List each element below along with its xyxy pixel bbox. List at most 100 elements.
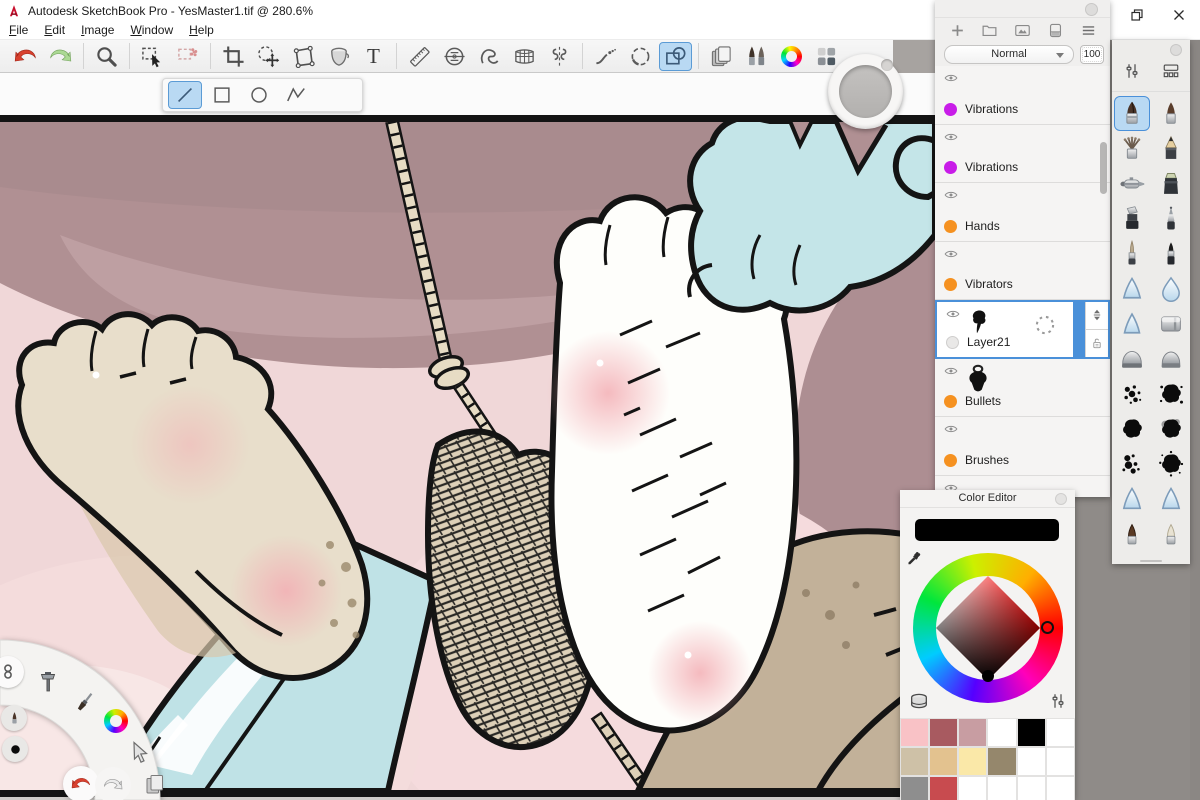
move-selection-tool-button[interactable]: [252, 42, 285, 71]
ruler-tool-button[interactable]: [403, 42, 436, 71]
zoom-tool-button[interactable]: [90, 42, 123, 71]
color-swatch[interactable]: [900, 776, 930, 800]
select-tool-button[interactable]: [136, 42, 169, 71]
restore-button[interactable]: [1116, 0, 1158, 30]
steady-stroke-tool-button[interactable]: [589, 42, 622, 71]
menu-help[interactable]: Help: [181, 22, 222, 40]
brush-splatter-2[interactable]: [1153, 376, 1189, 411]
brush-tip-cream[interactable]: [1153, 516, 1189, 551]
layer-visibility-toggle[interactable]: [942, 71, 960, 85]
brush-disc-button[interactable]: [1, 705, 27, 731]
layer-reorder-button[interactable]: [1086, 302, 1108, 329]
current-color-bar[interactable]: [915, 519, 1059, 541]
color-swatch[interactable]: [987, 718, 1017, 747]
brush-settings-button[interactable]: [1123, 62, 1141, 85]
brush-splatter-4[interactable]: [1153, 411, 1189, 446]
polyline-shape-button[interactable]: [279, 81, 313, 109]
color-swatch[interactable]: [958, 718, 988, 747]
brush-paintbrush[interactable]: [1113, 96, 1150, 131]
color-swatch[interactable]: [929, 747, 959, 776]
layer-row-vibrations[interactable]: Vibrations: [935, 124, 1110, 183]
layer-row-vibrations[interactable]: Vibrations: [935, 66, 1110, 125]
brush-smudge[interactable]: [1114, 271, 1150, 306]
color-swatch[interactable]: [900, 718, 930, 747]
layer-opacity-field[interactable]: 100: [1080, 44, 1104, 64]
fill-tool-button[interactable]: [322, 42, 355, 71]
color-swatch[interactable]: [987, 776, 1017, 800]
hue-selector[interactable]: [1041, 621, 1054, 634]
color-swatch[interactable]: [958, 776, 988, 800]
brush-tip-brown[interactable]: [1114, 516, 1150, 551]
crop-tool-button[interactable]: [217, 42, 250, 71]
brush-palette-button[interactable]: [73, 690, 97, 714]
layer-visibility-toggle[interactable]: [944, 307, 962, 321]
brush-dome-eraser-2[interactable]: [1153, 341, 1189, 376]
undo-tool-button[interactable]: [9, 42, 42, 71]
brush-splatter-3[interactable]: [1114, 411, 1150, 446]
layer-row-brushes[interactable]: Brushes: [935, 417, 1110, 476]
selection-arrow-button[interactable]: [128, 740, 152, 764]
lagoon-redo-button[interactable]: [100, 775, 126, 795]
color-puck-button[interactable]: [104, 709, 128, 733]
color-wheel[interactable]: [913, 553, 1063, 703]
import-image-button[interactable]: [1011, 20, 1035, 40]
layer-color-tag[interactable]: [944, 395, 957, 408]
brush-panel-resize-handle[interactable]: [1140, 560, 1162, 562]
layers-panel-grip[interactable]: [935, 0, 1110, 18]
brush-smudge-2[interactable]: [1114, 306, 1150, 341]
lagoon-undo-button[interactable]: [68, 774, 94, 794]
menu-edit[interactable]: Edit: [36, 22, 73, 40]
layer-color-tag[interactable]: [944, 219, 957, 233]
color-swatch[interactable]: [1016, 747, 1046, 776]
text-tool-button[interactable]: T: [357, 42, 390, 71]
symmetry-tool-button[interactable]: [543, 42, 576, 71]
redo-tool-button[interactable]: [44, 42, 77, 71]
deselect-tool-button[interactable]: [171, 42, 204, 71]
layer-visibility-toggle[interactable]: [942, 130, 960, 144]
brush-dome-eraser[interactable]: [1114, 341, 1150, 376]
brushes-tool-button[interactable]: [740, 42, 773, 71]
layer-row-vibrators[interactable]: Vibrators: [935, 241, 1110, 300]
layer-color-tag[interactable]: [944, 161, 957, 174]
layer-visibility-toggle[interactable]: [942, 188, 960, 202]
tools-hammer-button[interactable]: [36, 670, 60, 694]
color-swatch[interactable]: [1016, 776, 1046, 800]
layers-scrollbar[interactable]: [1100, 142, 1107, 194]
rectangle-shape-button[interactable]: [205, 81, 239, 109]
brush-library-button[interactable]: [1162, 62, 1180, 85]
dot-disc-button[interactable]: [2, 736, 28, 762]
brush-airbrush[interactable]: [1114, 166, 1150, 201]
brush-smudge-3[interactable]: [1114, 481, 1150, 516]
color-swatch[interactable]: [1045, 747, 1075, 776]
color-swatch[interactable]: [900, 747, 930, 776]
layer-color-tag[interactable]: [944, 102, 957, 116]
ellipse-shape-button[interactable]: [242, 81, 276, 109]
color-swatch[interactable]: [1045, 776, 1075, 800]
brush-small-marker[interactable]: [1153, 236, 1189, 271]
color-swatch[interactable]: [1045, 718, 1075, 747]
brush-puck-core[interactable]: [839, 65, 892, 118]
blend-mode-select[interactable]: Normal: [944, 44, 1074, 64]
french-curve-tool-button[interactable]: [473, 42, 506, 71]
layer-color-tag[interactable]: [946, 335, 959, 349]
predictive-ellipse-tool-button[interactable]: [624, 42, 657, 71]
brush-splay-brush[interactable]: [1114, 131, 1150, 166]
color-editor-collapse-button[interactable]: [1055, 493, 1067, 505]
layer-row-bullets[interactable]: Bullets: [935, 358, 1110, 417]
brush-splatter-1[interactable]: [1114, 376, 1150, 411]
brush-eraser-block[interactable]: [1153, 306, 1189, 341]
brush-splatter-5[interactable]: [1114, 446, 1150, 481]
menu-window[interactable]: Window: [122, 22, 181, 40]
layer-color-tag[interactable]: [944, 453, 957, 467]
layer-visibility-toggle[interactable]: [942, 422, 960, 436]
shapes-tool-button[interactable]: [659, 41, 692, 71]
layer-color-tag[interactable]: [944, 278, 957, 291]
layers-tool-button[interactable]: [705, 42, 738, 71]
menu-image[interactable]: Image: [73, 22, 122, 40]
layer-row-layer21[interactable]: Layer21: [935, 300, 1110, 359]
transform-tool-button[interactable]: [287, 42, 320, 71]
color-swatch[interactable]: [929, 718, 959, 747]
add-layer-button[interactable]: [945, 20, 969, 40]
ellipse-guide-tool-button[interactable]: [438, 42, 471, 71]
layer-lock-button[interactable]: [1086, 328, 1108, 357]
